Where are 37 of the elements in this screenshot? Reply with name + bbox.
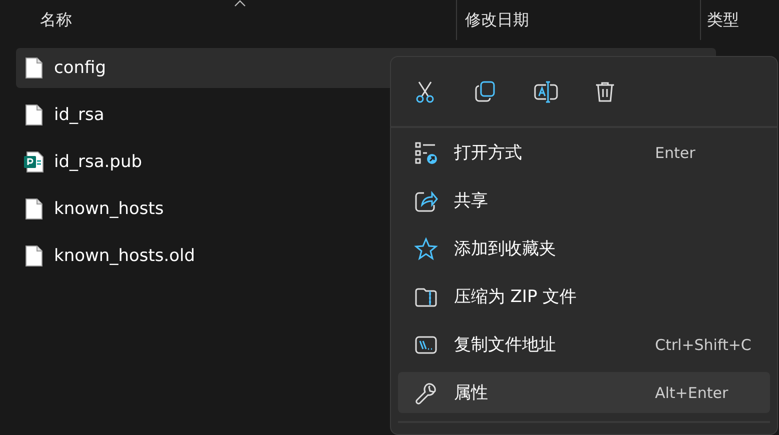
wrench-icon	[414, 380, 438, 404]
sort-caret-icon	[234, 0, 246, 7]
document-icon	[25, 104, 43, 126]
menu-item[interactable]: 添加到收藏夹	[398, 228, 770, 269]
column-header[interactable]: 修改日期	[456, 0, 700, 40]
file-row[interactable]: id_rsa	[16, 95, 716, 135]
shortcut-text: Enter	[655, 144, 696, 162]
file-name: config	[54, 58, 106, 78]
menu-label: 属性	[454, 382, 489, 404]
rename-icon[interactable]	[533, 80, 559, 104]
copy-icon[interactable]	[473, 80, 497, 104]
menu-item[interactable]: 复制文件地址 Ctrl+Shift+C	[398, 324, 770, 365]
document-icon	[25, 245, 43, 267]
menu-item[interactable]: 压缩为 ZIP 文件	[398, 276, 770, 317]
document-badge-icon	[24, 151, 44, 173]
open-with-icon	[414, 140, 438, 164]
menu-label: 添加到收藏夹	[454, 238, 557, 260]
shortcut-text: Ctrl+Shift+C	[655, 336, 752, 354]
menu-label: 共享	[454, 190, 489, 212]
shortcut-text: Alt+Enter	[655, 384, 730, 402]
file-name: id_rsa.pub	[54, 152, 142, 172]
menu-item[interactable]: 属性 Alt+Enter	[398, 372, 770, 413]
document-icon	[25, 198, 43, 220]
star-icon	[414, 236, 438, 260]
trash-icon[interactable]	[593, 80, 617, 104]
file-name: known_hosts	[54, 199, 164, 219]
file-name: known_hosts.old	[54, 246, 196, 266]
menu-label: 复制文件地址	[454, 334, 557, 356]
file-name: id_rsa	[54, 105, 104, 125]
menu-item[interactable]: 打开方式 Enter	[398, 132, 770, 173]
document-icon	[25, 57, 43, 79]
menu-item[interactable]: 共享	[398, 180, 770, 221]
menu-label: 打开方式	[454, 142, 523, 164]
menu-label: 压缩为 ZIP 文件	[454, 286, 578, 308]
share-icon	[414, 188, 438, 212]
column-header[interactable]: 类型	[700, 0, 779, 40]
column-header[interactable]: 名称	[0, 0, 456, 40]
